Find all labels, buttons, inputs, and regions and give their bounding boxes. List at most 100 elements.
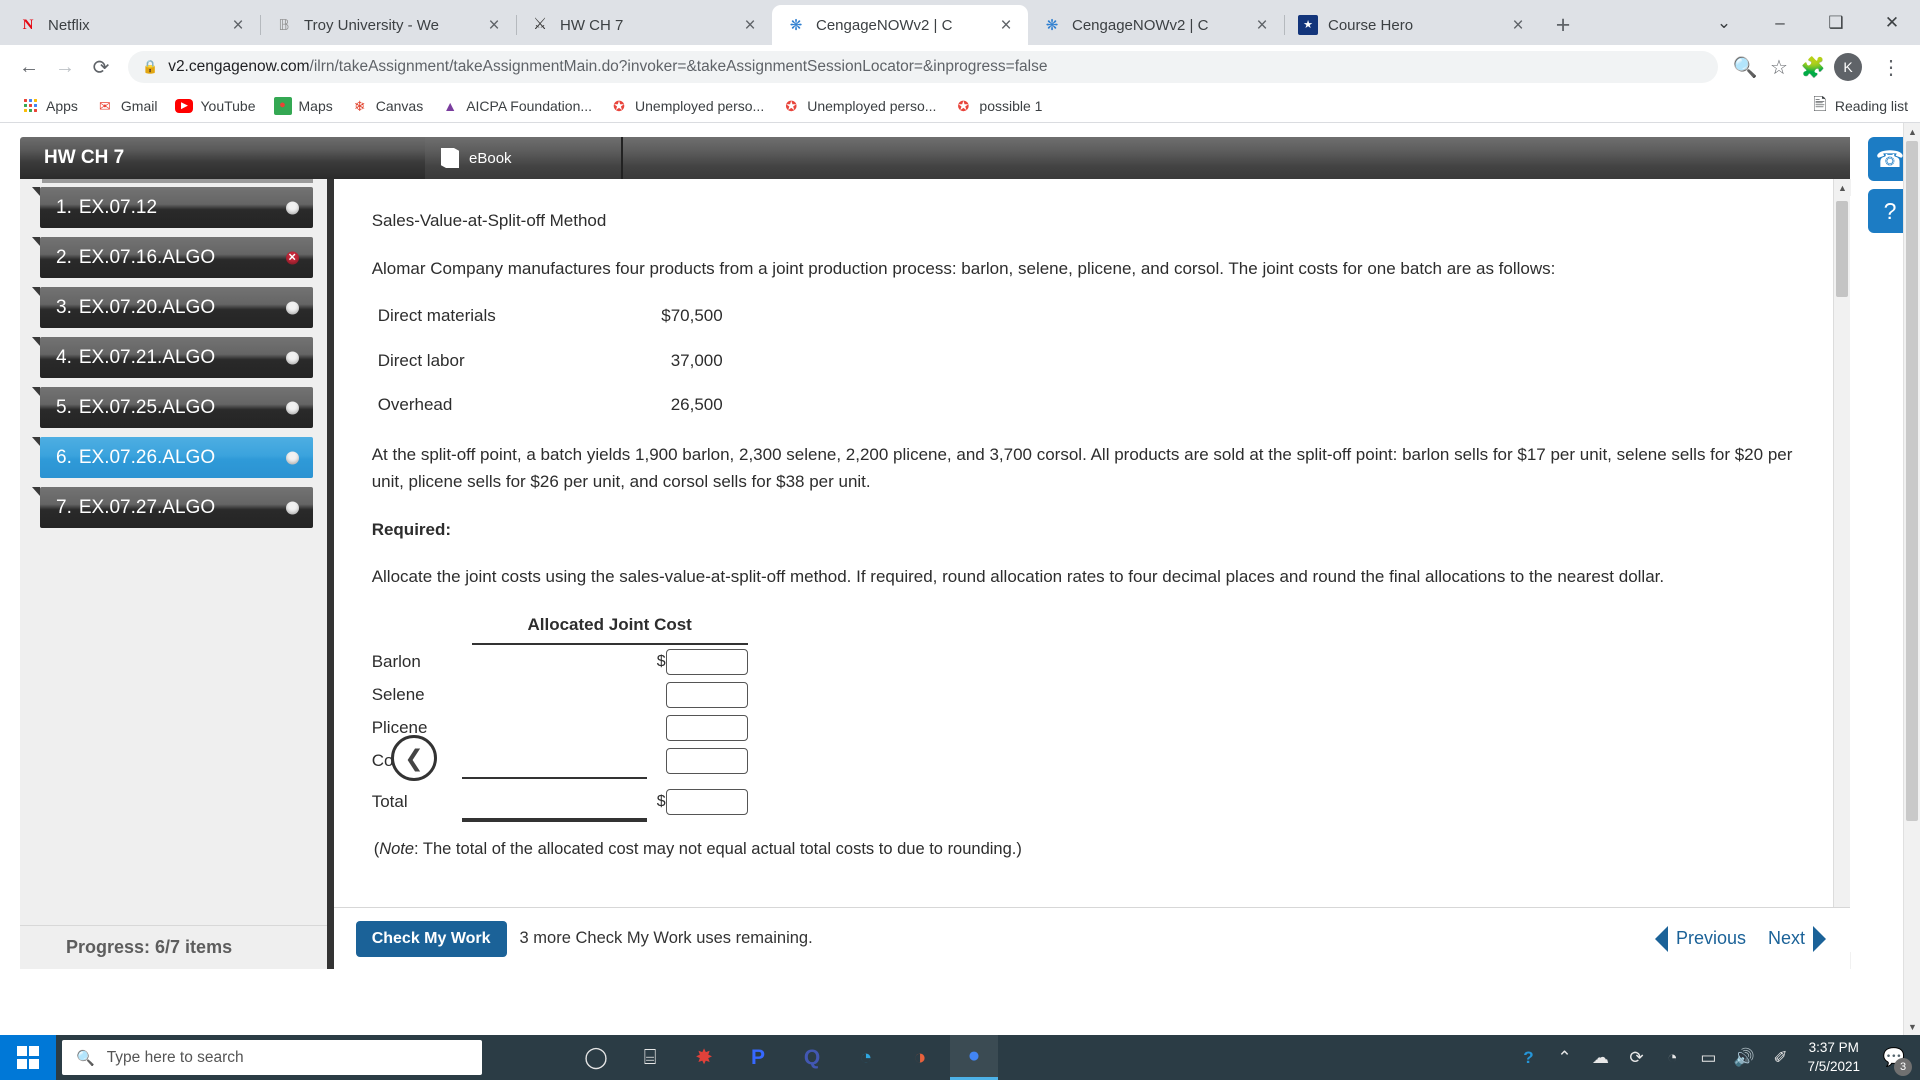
close-icon[interactable]: ×	[1506, 13, 1530, 37]
bookmark-maps[interactable]: ● Maps	[265, 93, 342, 119]
close-icon[interactable]: ×	[994, 13, 1018, 37]
new-tab-button[interactable]: +	[1546, 8, 1580, 42]
input-corsol[interactable]	[665, 747, 748, 774]
input-total[interactable]	[665, 788, 748, 815]
bookmark-unemployed-person-1[interactable]: ✪ Unemployed perso...	[601, 93, 773, 119]
next-label: Next	[1767, 928, 1805, 948]
browser-tab-course-hero[interactable]: ★ Course Hero ×	[1284, 5, 1540, 45]
window-extra-chevron-icon[interactable]: ⌄	[1696, 0, 1752, 45]
sidebar-item-1[interactable]: 1. EX.07.12	[32, 187, 313, 228]
input-plicene[interactable]	[665, 714, 748, 741]
table-row: Selene	[372, 678, 1810, 711]
address-bar[interactable]: 🔒 v2.cengagenow.com/ilrn/takeAssignment/…	[128, 51, 1718, 83]
window-maximize-button[interactable]: ❑	[1808, 0, 1864, 45]
notification-center-icon[interactable]: 💬 3	[1874, 1035, 1914, 1080]
required-instructions: Allocate the joint costs using the sales…	[371, 567, 1665, 587]
browser-tab-netflix[interactable]: N Netflix ×	[4, 5, 260, 45]
check-my-work-button[interactable]: Check My Work	[355, 920, 507, 957]
scrollbar-thumb[interactable]	[1836, 201, 1848, 297]
page-scrollbar[interactable]: ▲ ▼	[1903, 123, 1920, 1035]
office-app-icon[interactable]: ◑	[896, 1035, 944, 1080]
wifi-icon[interactable]: ◔	[1655, 1035, 1689, 1080]
battery-charging-icon[interactable]: ▭	[1691, 1035, 1725, 1080]
page-scroll-up-arrow-icon[interactable]: ▲	[1904, 123, 1920, 140]
extensions-puzzle-icon[interactable]: 🧩	[1796, 50, 1830, 84]
note-text: : The total of the allocated cost may no…	[414, 840, 1022, 859]
bookmark-label: Gmail	[120, 97, 158, 114]
taskbar-search-input[interactable]: 🔍 Type here to search	[62, 1040, 482, 1075]
bookmark-gmail[interactable]: ✉ Gmail	[87, 93, 167, 119]
address-path: /ilrn/takeAssignment/takeAssignmentMain.…	[309, 58, 1048, 75]
volume-speaker-icon[interactable]: 🔊	[1727, 1035, 1761, 1080]
window-close-button[interactable]: ✕	[1864, 0, 1920, 45]
total-double-rule	[461, 818, 647, 823]
show-hidden-icons-chevron[interactable]: ⌃	[1547, 1035, 1581, 1080]
sidebar-collapse-button[interactable]: ❮	[391, 735, 437, 781]
input-selene[interactable]	[665, 681, 748, 708]
star-red-icon: ✪	[957, 97, 970, 114]
windows-start-icon[interactable]	[0, 1035, 56, 1080]
currency-prefix: $	[656, 652, 666, 670]
chrome-browser-icon[interactable]: ●	[950, 1035, 998, 1080]
sidebar-item-6[interactable]: 6. EX.07.26.ALGO	[32, 437, 313, 478]
close-icon[interactable]: ×	[738, 13, 762, 37]
status-dot-icon	[285, 401, 299, 414]
profile-avatar[interactable]: K	[1830, 49, 1866, 85]
scroll-up-arrow-icon[interactable]: ▲	[1834, 179, 1851, 196]
browser-tab-hw-ch-7[interactable]: ⚔ HW CH 7 ×	[516, 5, 772, 45]
cortana-circle-icon[interactable]: ◯	[572, 1035, 620, 1080]
task-view-icon[interactable]: ⌸	[626, 1035, 674, 1080]
bookmark-canvas[interactable]: ❄ Canvas	[342, 93, 432, 119]
edge-browser-icon[interactable]: ◔	[842, 1035, 890, 1080]
quizlet-q-icon[interactable]: Q	[788, 1035, 836, 1080]
clock-time: 3:37 PM	[1808, 1040, 1859, 1056]
bookmark-unemployed-person-2[interactable]: ✪ Unemployed perso...	[773, 93, 945, 119]
previous-button[interactable]: Previous	[1654, 925, 1746, 952]
bookmark-possible-1[interactable]: ✪ possible 1	[945, 93, 1051, 119]
browser-tab-strip: N Netflix × 𝔹 Troy University - We × ⚔ H…	[0, 0, 1920, 45]
search-placeholder: Type here to search	[106, 1048, 244, 1066]
red-app-icon[interactable]: ✸	[680, 1035, 728, 1080]
bookmark-youtube[interactable]: ▶ YouTube	[166, 94, 264, 118]
sidebar-item-2[interactable]: 2. EX.07.16.ALGO ✕	[32, 237, 313, 278]
sidebar-item-4[interactable]: 4. EX.07.21.ALGO	[32, 337, 313, 378]
bookmark-aicpa-foundation[interactable]: ▲ AICPA Foundation...	[432, 93, 601, 119]
sidebar-item-3[interactable]: 3. EX.07.20.ALGO	[32, 287, 313, 328]
cost-row-direct-labor: Direct labor 37,000	[372, 347, 1810, 375]
help-get-started-icon[interactable]: ?	[1511, 1035, 1545, 1080]
sync-update-icon[interactable]: ⟳	[1619, 1035, 1653, 1080]
window-minimize-button[interactable]: –	[1752, 0, 1808, 45]
close-icon[interactable]: ×	[1250, 13, 1274, 37]
course-hero-icon: ★	[1298, 15, 1318, 35]
browser-tab-cengagenow-active[interactable]: ❋ CengageNOWv2 | C ×	[772, 5, 1028, 45]
content-scrollbar[interactable]: ▲ ▼	[1833, 179, 1851, 969]
input-barlon[interactable]	[665, 648, 748, 675]
three-dot-menu-icon[interactable]: ⋮	[1874, 50, 1908, 84]
browser-tab-troy-university[interactable]: 𝔹 Troy University - We ×	[260, 5, 516, 45]
tab-ebook[interactable]: eBook	[425, 137, 623, 179]
status-error-icon: ✕	[285, 251, 299, 264]
page-scroll-down-arrow-icon[interactable]: ▼	[1904, 1018, 1920, 1035]
page-scrollbar-thumb[interactable]	[1906, 141, 1918, 821]
taskbar-clock[interactable]: 3:37 PM 7/5/2021	[1799, 1039, 1872, 1075]
reload-button[interactable]: ⟳	[84, 50, 118, 84]
zoom-magnifier-icon[interactable]: 🔍	[1728, 50, 1762, 84]
bookmark-star-icon[interactable]: ☆	[1762, 50, 1796, 84]
close-icon[interactable]: ×	[226, 13, 250, 37]
pandora-p-icon[interactable]: P	[734, 1035, 782, 1080]
question-heading: Sales-Value-at-Split-off Method	[371, 211, 607, 230]
back-button[interactable]: ←	[12, 50, 46, 84]
pen-bluetooth-icon[interactable]: ✐	[1763, 1035, 1797, 1080]
trojan-icon: ⚔	[532, 16, 548, 33]
reading-list-button[interactable]: 🖹 Reading list	[1813, 89, 1908, 123]
next-button[interactable]: Next	[1767, 925, 1826, 952]
close-icon[interactable]: ×	[482, 13, 506, 37]
sidebar-item-7[interactable]: 7. EX.07.27.ALGO	[32, 487, 313, 528]
forward-button[interactable]: →	[48, 50, 82, 84]
bookmark-apps[interactable]: Apps	[12, 93, 87, 119]
status-dot-icon	[285, 351, 299, 364]
sidebar-item-5[interactable]: 5. EX.07.25.ALGO	[32, 387, 313, 428]
cost-value: $70,500	[661, 306, 723, 326]
onedrive-cloud-icon[interactable]: ☁	[1583, 1035, 1617, 1080]
browser-tab-cengagenow-2[interactable]: ❋ CengageNOWv2 | C ×	[1028, 5, 1284, 45]
